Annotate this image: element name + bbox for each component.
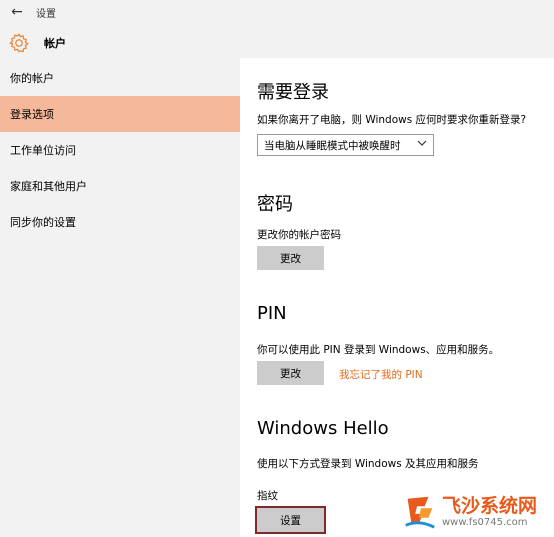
pin-description: 你可以使用此 PIN 登录到 Windows、应用和服务。	[257, 344, 500, 356]
windows-hello-title: Windows Hello	[257, 418, 389, 439]
require-signin-select-value: 当电脑从睡眠模式中被唤醒时	[264, 139, 401, 152]
back-arrow-icon: ←	[11, 4, 23, 20]
require-signin-title: 需要登录	[257, 82, 329, 103]
sidebar-item-sync-settings[interactable]: 同步你的设置	[0, 204, 240, 240]
settings-content: 需要登录 如果你离开了电脑，则 Windows 应何时要求你重新登录? 当电脑从…	[240, 58, 554, 537]
setup-fingerprint-button[interactable]: 设置	[255, 506, 326, 534]
watermark-url: www.fs0745.com	[442, 517, 528, 528]
watermark-logo-icon	[405, 496, 435, 529]
password-title: 密码	[257, 194, 293, 215]
sidebar-item-your-account[interactable]: 你的帐户	[0, 60, 240, 96]
sidebar-item-work-access[interactable]: 工作单位访问	[0, 132, 240, 168]
forgot-pin-link[interactable]: 我忘记了我的 PIN	[339, 367, 423, 382]
gear-icon	[8, 33, 29, 53]
page-title: 帐户	[44, 37, 66, 50]
windows-hello-description: 使用以下方式登录到 Windows 及其应用和服务	[257, 458, 479, 470]
pin-title: PIN	[257, 303, 287, 324]
change-password-button[interactable]: 更改	[257, 246, 324, 270]
page-header: 帐户	[0, 28, 240, 58]
password-description: 更改你的帐户密码	[257, 229, 341, 241]
require-signin-select[interactable]: 当电脑从睡眠模式中被唤醒时	[257, 134, 434, 156]
sidebar: 你的帐户 登录选项 工作单位访问 家庭和其他用户 同步你的设置	[0, 60, 240, 537]
back-button[interactable]: ←	[0, 0, 34, 24]
fingerprint-label: 指纹	[257, 490, 278, 502]
change-pin-button[interactable]: 更改	[257, 361, 324, 385]
app-title: 设置	[36, 8, 56, 20]
require-signin-description: 如果你离开了电脑，则 Windows 应何时要求你重新登录?	[257, 114, 527, 126]
sidebar-item-family-users[interactable]: 家庭和其他用户	[0, 168, 240, 204]
watermark-brand: 飞沙系统网	[442, 495, 538, 517]
title-bar: ← 设置	[0, 0, 554, 24]
chevron-down-icon	[417, 138, 427, 151]
sidebar-item-signin-options[interactable]: 登录选项	[0, 96, 240, 132]
watermark: 飞沙系统网 www.fs0745.com	[400, 487, 554, 537]
